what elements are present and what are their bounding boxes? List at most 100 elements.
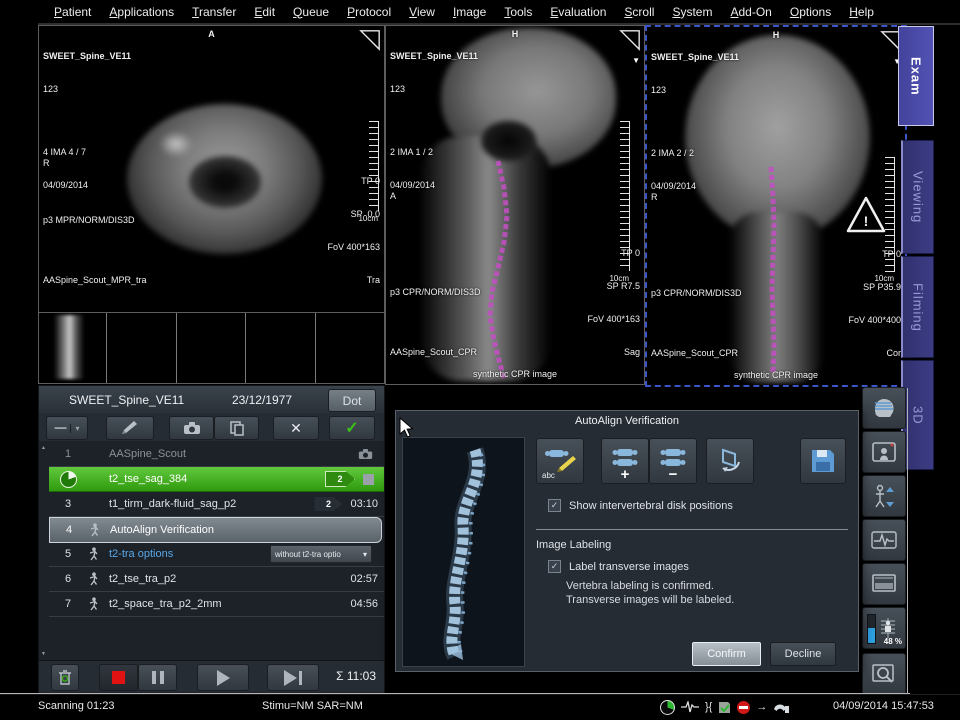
queue-scrollbar[interactable]: ▲ ▼ — [39, 441, 49, 661]
delete-button[interactable] — [51, 664, 79, 691]
save-button[interactable] — [800, 438, 846, 484]
menu-options[interactable]: Options — [781, 5, 840, 19]
user-interaction-icon — [87, 572, 109, 586]
physio-signal-button[interactable] — [862, 519, 906, 561]
protocol-view-dropdown[interactable]: ▬▬▾ — [46, 416, 88, 440]
add-vertebra-button[interactable]: + — [601, 438, 649, 484]
protocol-queue: ▲ ▼ 1 AASpine_Scout t2_tse_sag_384 2 3 — [39, 441, 384, 661]
menu-edit[interactable]: Edit — [245, 5, 284, 19]
queue-row-autoalign[interactable]: 4 AutoAlign Verification — [49, 517, 382, 543]
menu-evaluation[interactable]: Evaluation — [541, 5, 615, 19]
menu-image[interactable]: Image — [444, 5, 495, 19]
confirm-queue-button[interactable]: ✓ — [329, 416, 375, 440]
patient-view-button[interactable] — [862, 431, 906, 473]
menu-addon[interactable]: Add-On — [721, 5, 780, 19]
options-dropdown[interactable]: without t2-tra optio▾ — [270, 545, 372, 563]
thumbnail-empty[interactable] — [247, 313, 315, 383]
undo-flip-button[interactable] — [706, 438, 754, 484]
cancel-button[interactable]: ✕ — [273, 416, 319, 440]
copy-button[interactable] — [214, 416, 259, 440]
remove-vertebra-button[interactable]: − — [649, 438, 697, 484]
dot-button[interactable]: Dot — [328, 389, 376, 412]
spine-preview-panel — [402, 437, 525, 667]
menu-transfer[interactable]: Transfer — [183, 5, 245, 19]
queue-row-t2-space-tra[interactable]: 7 t2_space_tra_p2_2mm 04:56 — [49, 592, 384, 617]
play-button[interactable] — [197, 664, 249, 691]
viewport-coronal[interactable]: SWEET_Spine_VE11 123 2 IMA 2 / 2 04/09/2… — [645, 25, 907, 387]
label-transverse-checkbox[interactable]: ✓ — [548, 560, 561, 573]
pencil-icon — [120, 420, 140, 436]
menu-queue[interactable]: Queue — [284, 5, 338, 19]
tab-viewing[interactable]: Viewing — [901, 140, 934, 254]
queue-row-t2-tse-tra[interactable]: 6 t2_tse_tra_p2 02:57 — [49, 567, 384, 592]
table-position-button[interactable]: 48 % — [862, 607, 906, 649]
patient-name: SWEET_Spine_VE11 — [69, 393, 184, 407]
patient-id-overlay: 123 — [43, 84, 131, 95]
menu-view[interactable]: View — [400, 5, 444, 19]
series-overlay: AASpine_Scout_CPR — [651, 348, 742, 359]
decline-button[interactable]: Decline — [770, 642, 836, 666]
running-clock-icon — [60, 471, 77, 488]
autoalign-dialog: AutoAlign Verification abc + — [395, 410, 859, 672]
menu-applications[interactable]: Applications — [100, 5, 183, 19]
dialog-title: AutoAlign Verification — [396, 415, 858, 427]
menu-protocol[interactable]: Protocol — [338, 5, 400, 19]
scale-ruler — [620, 121, 630, 271]
no-entry-icon — [737, 701, 750, 714]
clipboard-corner-icon[interactable] — [359, 29, 381, 51]
console-button[interactable] — [862, 563, 906, 605]
scroll-up-icon: ▲ — [41, 445, 46, 451]
queue-row-t2tra-options[interactable]: 5 t2-tra options without t2-tra optio▾ — [49, 542, 384, 567]
step-number: 1 — [49, 448, 87, 460]
scan-control-bar: Σ 11:03 — [39, 660, 384, 692]
thumbnail-empty[interactable] — [178, 313, 246, 383]
menu-scroll[interactable]: Scroll — [615, 5, 663, 19]
protocol-name: t1_tirm_dark-fluid_sag_p2 — [109, 498, 314, 510]
ruler-label: 10cm — [609, 274, 629, 283]
thumbnail-empty[interactable] — [108, 313, 176, 383]
image-number-overlay: 2 IMA 1 / 2 — [390, 147, 478, 158]
camera-icon — [358, 448, 384, 460]
camera-icon — [183, 421, 201, 435]
confirm-button[interactable]: Confirm — [692, 642, 761, 666]
label-vertebra-button[interactable]: abc — [536, 438, 584, 484]
orientation-left-label: R — [43, 158, 50, 169]
thumbnail-empty[interactable] — [317, 313, 384, 383]
head-coil-button[interactable] — [862, 387, 906, 429]
close-icon: ✕ — [290, 420, 302, 437]
menu-tools[interactable]: Tools — [495, 5, 541, 19]
skip-button[interactable] — [267, 664, 319, 691]
stop-button[interactable] — [99, 664, 138, 691]
braces-icon: }{ — [705, 701, 712, 713]
patient-reposition-button[interactable] — [862, 475, 906, 517]
image-browser-button[interactable] — [862, 653, 906, 695]
menu-system[interactable]: System — [663, 5, 721, 19]
viewport-axial[interactable]: SWEET_Spine_VE11 123 4 IMA 4 / 7 04/09/2… — [38, 25, 385, 313]
clipboard-corner-icon[interactable] — [619, 29, 641, 51]
queue-row-t1-tirm[interactable]: 3 t1_tirm_dark-fluid_sag_p2 2 03:10 — [49, 492, 384, 517]
user-interaction-icon — [87, 547, 109, 561]
show-disks-checkbox[interactable]: ✓ — [548, 499, 561, 512]
tab-exam[interactable]: Exam — [898, 26, 934, 126]
orientation-left-label: A — [390, 191, 396, 202]
thumbnail-spine[interactable] — [39, 313, 107, 383]
menu-help[interactable]: Help — [840, 5, 883, 19]
series-overlay: AASpine_Scout_CPR — [390, 347, 481, 358]
menu-patient[interactable]: Patient — [45, 5, 100, 19]
patient-arrows-icon — [871, 483, 897, 509]
patient-image-icon — [871, 440, 897, 464]
snapshot-button[interactable] — [169, 416, 214, 440]
queue-row-t2-tse-sag[interactable]: t2_tse_sag_384 2 — [49, 467, 384, 492]
exam-header: SWEET_Spine_VE11 23/12/1977 Dot — [39, 386, 384, 413]
pause-button[interactable] — [138, 664, 177, 691]
pause-marker-icon[interactable] — [363, 474, 374, 485]
scroll-down-arrow-icon[interactable]: ▼ — [632, 56, 640, 65]
edit-protocol-button[interactable] — [106, 416, 154, 440]
image-number-overlay: 4 IMA 4 / 7 — [43, 147, 131, 158]
intercom-icon — [773, 701, 789, 714]
queue-row-aaspine-scout[interactable]: 1 AASpine_Scout — [49, 442, 384, 467]
tab-filming[interactable]: Filming — [901, 256, 934, 358]
protocol-name: t2_space_tra_p2_2mm — [109, 598, 350, 610]
plane-overlay: Sag — [587, 347, 640, 358]
viewport-sagittal[interactable]: SWEET_Spine_VE11 123 2 IMA 1 / 2 04/09/2… — [385, 25, 645, 385]
